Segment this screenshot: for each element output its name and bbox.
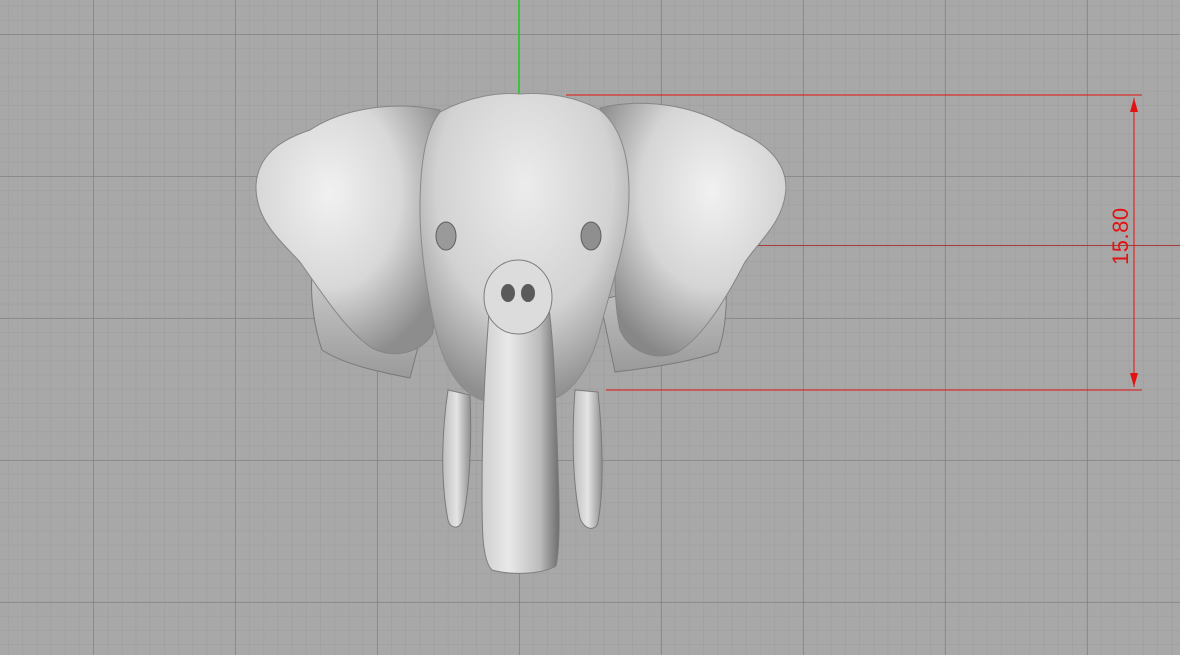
trunk-tip xyxy=(483,259,553,335)
cad-viewport[interactable]: 15.80 xyxy=(0,0,1180,655)
dimension-arrow-top xyxy=(1130,98,1138,112)
left-tusk xyxy=(442,389,472,528)
dimension-arrow-bottom xyxy=(1130,373,1138,387)
left-eye xyxy=(435,221,457,251)
right-ear xyxy=(599,102,787,357)
dimension-label[interactable]: 15.80 xyxy=(1108,207,1133,265)
right-tusk xyxy=(572,389,603,529)
right-eye xyxy=(580,221,602,251)
nostril-right xyxy=(521,284,535,302)
nostril-left xyxy=(501,284,515,302)
left-ear xyxy=(255,105,441,355)
elephant-head-model[interactable] xyxy=(255,93,787,574)
scene-svg xyxy=(255,93,1142,574)
trunk xyxy=(481,299,560,574)
